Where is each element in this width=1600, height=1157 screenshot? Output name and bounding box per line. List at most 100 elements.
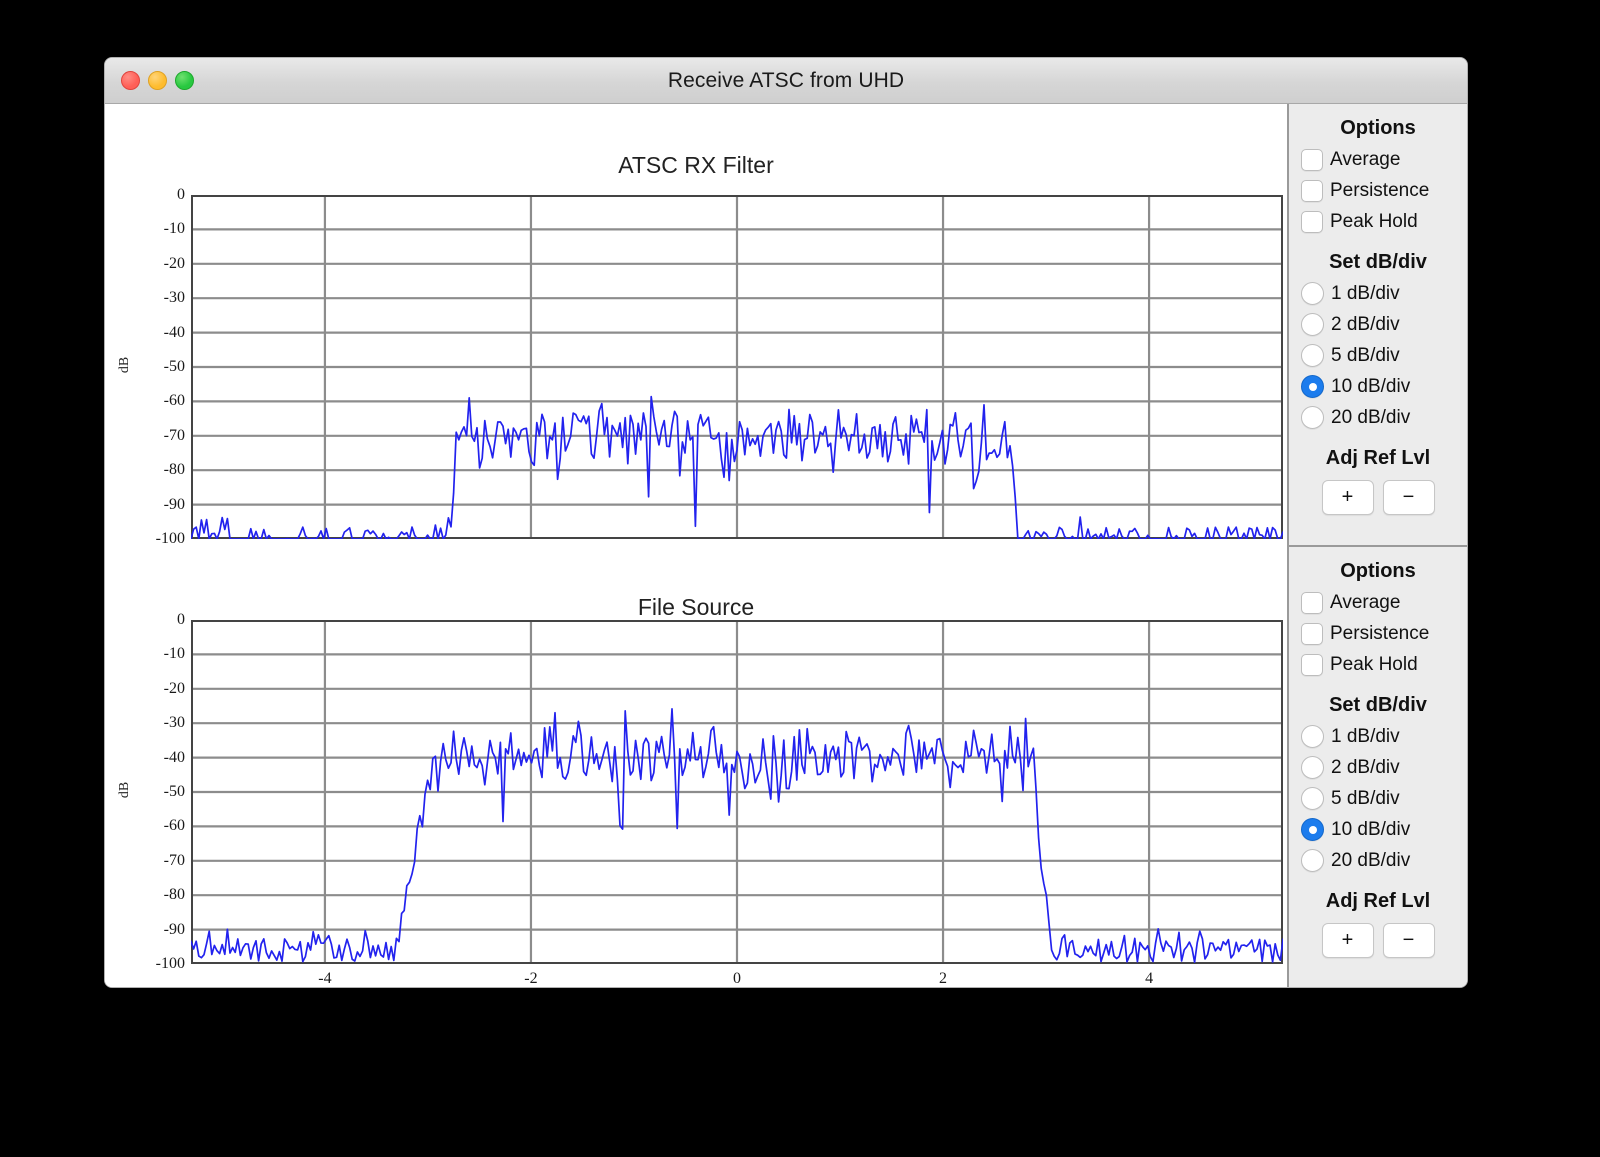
checkbox-label-average-1: Average <box>1330 591 1401 613</box>
radio-label-20db-1: 20 dB/div <box>1331 849 1411 871</box>
checkbox-row-persistence-0[interactable]: Persistence <box>1289 175 1467 206</box>
checkbox-persistence-0[interactable] <box>1301 179 1323 202</box>
radio-10db-1[interactable] <box>1301 818 1324 841</box>
y-tick-label: -10 <box>163 645 185 663</box>
options-header-1: Options <box>1340 560 1416 582</box>
set-db-div-header-1: Set dB/div <box>1329 694 1427 716</box>
y-tick-label: -100 <box>155 955 185 972</box>
checkbox-label-average-0: Average <box>1330 148 1401 170</box>
y-tick-label: -20 <box>163 254 185 272</box>
y-tick-label: 0 <box>177 186 185 203</box>
radio-row-1db-1[interactable]: 1 dB/div <box>1289 721 1467 752</box>
y-tick-label: -80 <box>163 886 185 904</box>
radio-20db-0[interactable] <box>1301 406 1324 429</box>
plots-container: ATSC RX Filter 0 -10 -20 -30 -40 -50 -60 -70 -80… <box>105 104 1287 987</box>
y-tick-label: -90 <box>163 495 185 513</box>
options-panel-1: Options Average Persistence Peak Hold Se… <box>1289 545 1467 986</box>
y-tick-label: -30 <box>163 289 185 307</box>
x-tick-label: 4 <box>1145 970 1154 987</box>
checkbox-row-peak-hold-0[interactable]: Peak Hold <box>1289 206 1467 237</box>
radio-row-2db-1[interactable]: 2 dB/div <box>1289 752 1467 783</box>
radio-label-5db-1: 5 dB/div <box>1331 787 1400 809</box>
radio-label-5db-0: 5 dB/div <box>1331 344 1400 366</box>
checkbox-peak-hold-0[interactable] <box>1301 210 1323 233</box>
app-window: Receive ATSC from UHD ATSC RX Filter 0 -1… <box>104 57 1468 988</box>
plot-area-1[interactable]: 0 -10 -20 -30 -40 -50 -60 -70 -80 -90 -100 -4 -2 0 2 4 d… <box>117 612 1283 987</box>
window-titlebar: Receive ATSC from UHD <box>105 58 1467 104</box>
checkbox-row-average-1[interactable]: Average <box>1289 587 1467 618</box>
radio-label-10db-1: 10 dB/div <box>1331 818 1411 840</box>
checkbox-label-persistence-0: Persistence <box>1330 179 1430 201</box>
adj-ref-lvl-buttons-0: + − <box>1289 480 1467 515</box>
checkbox-row-persistence-1[interactable]: Persistence <box>1289 618 1467 649</box>
radio-row-20db-1[interactable]: 20 dB/div <box>1289 845 1467 876</box>
radio-label-10db-0: 10 dB/div <box>1331 375 1411 397</box>
radio-20db-1[interactable] <box>1301 849 1324 872</box>
options-header-0: Options <box>1340 117 1416 139</box>
y-tick-label: -50 <box>163 358 185 375</box>
plot-block-1: File Source 0 -10 -20 -30 -40 -50 -60 -70 -80 -90… <box>105 546 1287 987</box>
ref-lvl-increase-button-0[interactable]: + <box>1321 480 1374 515</box>
y-tick-label: -70 <box>163 426 185 444</box>
adj-ref-lvl-header-1: Adj Ref Lvl <box>1325 890 1431 912</box>
y-tick-label: -40 <box>163 323 185 341</box>
y-tick-label: -70 <box>163 851 185 869</box>
radio-5db-1[interactable] <box>1301 787 1324 810</box>
x-tick-label: -2 <box>524 970 538 987</box>
plot-area-0[interactable]: 0-10-20-30-40-50-60-70-80-90-100-4-2024d… <box>117 187 1283 584</box>
y-tick-label: -90 <box>163 920 185 938</box>
radio-row-20db-0[interactable]: 20 dB/div <box>1289 402 1467 433</box>
ref-lvl-decrease-button-0[interactable]: − <box>1382 480 1435 515</box>
checkbox-label-peak-hold-1: Peak Hold <box>1330 653 1418 675</box>
radio-row-10db-1[interactable]: 10 dB/div <box>1289 814 1467 845</box>
radio-row-5db-0[interactable]: 5 dB/div <box>1289 340 1467 371</box>
y-axis-label: dB <box>117 781 132 799</box>
checkbox-row-average-0[interactable]: Average <box>1289 144 1467 175</box>
radio-row-5db-1[interactable]: 5 dB/div <box>1289 783 1467 814</box>
checkbox-peak-hold-1[interactable] <box>1301 653 1323 676</box>
radio-label-20db-0: 20 dB/div <box>1331 406 1411 428</box>
spectrum-canvas-0[interactable] <box>191 195 1283 539</box>
radio-row-10db-0[interactable]: 10 dB/div <box>1289 371 1467 402</box>
y-tick-label: -60 <box>163 817 185 835</box>
radio-2db-0[interactable] <box>1301 313 1324 336</box>
window-title: Receive ATSC from UHD <box>667 69 905 92</box>
adj-ref-lvl-header-0: Adj Ref Lvl <box>1325 447 1431 469</box>
radio-row-2db-0[interactable]: 2 dB/div <box>1289 309 1467 340</box>
ref-lvl-increase-button-1[interactable]: + <box>1321 923 1374 958</box>
y-tick-label: 0 <box>177 611 185 628</box>
checkbox-persistence-1[interactable] <box>1301 622 1323 645</box>
y-axis-label: dB <box>117 356 132 374</box>
x-tick-label: -4 <box>318 970 332 987</box>
radio-10db-0[interactable] <box>1301 375 1324 398</box>
set-db-div-header-0: Set dB/div <box>1329 251 1427 273</box>
checkbox-label-persistence-1: Persistence <box>1330 622 1430 644</box>
spectrum-canvas-1[interactable] <box>191 620 1283 964</box>
radio-1db-0[interactable] <box>1301 282 1324 305</box>
y-tick-label: -40 <box>163 748 185 766</box>
plot-title-0: ATSC RX Filter <box>618 152 774 178</box>
screen-root: Receive ATSC from UHD ATSC RX Filter 0 -1… <box>0 0 1600 1157</box>
x-tick-label: 0 <box>733 970 741 987</box>
checkbox-average-0[interactable] <box>1301 148 1323 171</box>
radio-1db-1[interactable] <box>1301 725 1324 748</box>
options-panel-0: Options Average Persistence Peak Hold Se… <box>1289 104 1467 545</box>
x-tick-label: 2 <box>939 970 948 987</box>
y-tick-label: -100 <box>155 530 185 547</box>
adj-ref-lvl-buttons-1: + − <box>1289 923 1467 958</box>
ref-lvl-decrease-button-1[interactable]: − <box>1382 923 1435 958</box>
y-tick-label: -20 <box>163 679 185 697</box>
radio-2db-1[interactable] <box>1301 756 1324 779</box>
radio-row-1db-0[interactable]: 1 dB/div <box>1289 278 1467 309</box>
plot-block-0: ATSC RX Filter 0 -10 -20 -30 -40 -50 -60 -70 -80… <box>105 104 1287 584</box>
checkbox-row-peak-hold-1[interactable]: Peak Hold <box>1289 649 1467 680</box>
radio-label-1db-0: 1 dB/div <box>1331 282 1400 304</box>
checkbox-average-1[interactable] <box>1301 591 1323 614</box>
radio-5db-0[interactable] <box>1301 344 1324 367</box>
radio-label-2db-1: 2 dB/div <box>1331 756 1400 778</box>
y-tick-label: -50 <box>163 783 185 800</box>
y-tick-label: -10 <box>163 220 185 238</box>
radio-label-2db-0: 2 dB/div <box>1331 313 1400 335</box>
y-tick-label: -80 <box>163 461 185 479</box>
options-sidebar: Options Average Persistence Peak Hold Se… <box>1287 104 1467 987</box>
